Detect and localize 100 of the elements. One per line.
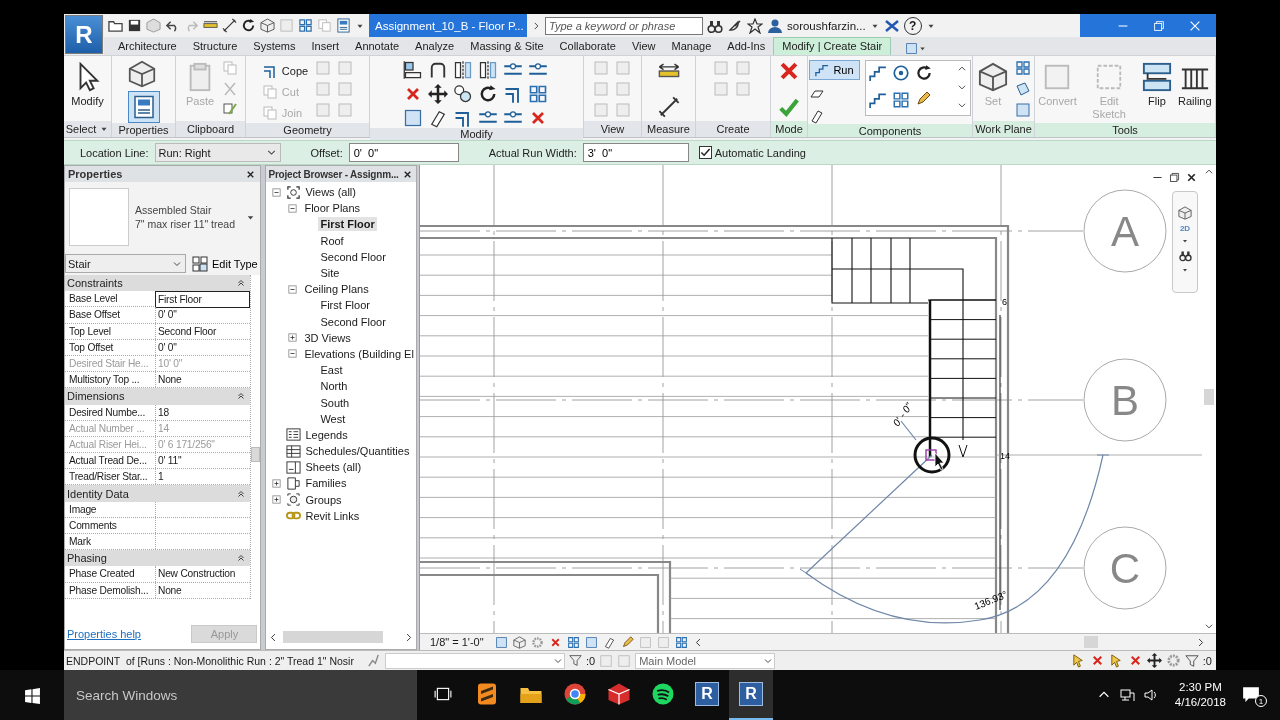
property-value[interactable]: None bbox=[155, 582, 251, 598]
panel-title: Geometry bbox=[283, 124, 332, 136]
property-name: Actual Tread De... bbox=[68, 454, 148, 469]
revit-app-icon[interactable]: R bbox=[695, 682, 719, 706]
tree-item[interactable]: Elevations (Building El bbox=[302, 346, 416, 361]
clock-time[interactable]: 2:30 PM bbox=[1174, 680, 1226, 695]
tool-button[interactable]: Run bbox=[809, 60, 860, 80]
property-name: Tread/Riser Star... bbox=[68, 470, 149, 485]
navigation-bar[interactable]: 2D bbox=[1172, 191, 1198, 293]
tree-item[interactable]: First Floor bbox=[318, 217, 377, 232]
group-title: Dimensions bbox=[67, 390, 125, 403]
tree-item[interactable]: Groups bbox=[303, 492, 344, 507]
tool-button[interactable]: Cope bbox=[259, 60, 311, 81]
group-header[interactable]: Identity Data bbox=[65, 485, 251, 502]
property-name: Actual Riser Hei... bbox=[68, 437, 148, 452]
tree-item[interactable]: Families bbox=[303, 476, 349, 491]
ribbon-tab[interactable]: View bbox=[623, 37, 664, 55]
search-field[interactable]: Type a keyword or phrase bbox=[545, 16, 703, 35]
riser-number: 14 bbox=[1000, 451, 1010, 461]
type-name: Assembled Stair bbox=[135, 203, 213, 217]
tree-item[interactable]: West bbox=[318, 411, 348, 426]
property-name: Base Level bbox=[68, 292, 119, 307]
ribbon-tab[interactable]: Analyze bbox=[407, 37, 463, 55]
property-value[interactable]: 18 bbox=[155, 404, 251, 420]
editable-count: :0 bbox=[586, 654, 596, 667]
grid-bubble[interactable]: A bbox=[1083, 189, 1167, 273]
filter-count: :0 bbox=[1202, 654, 1212, 667]
location-line-dropdown[interactable]: Run: Right bbox=[154, 143, 281, 162]
panel-title: Tools bbox=[1112, 124, 1138, 136]
ribbon-tab[interactable]: Annotate bbox=[347, 37, 408, 55]
tree-item[interactable]: Ceiling Plans bbox=[302, 282, 371, 297]
run-width-field[interactable]: 3' 0" bbox=[582, 143, 689, 162]
panel-title: Mode bbox=[775, 123, 803, 135]
tree-item[interactable]: South bbox=[318, 395, 352, 410]
tree-item[interactable]: First Floor bbox=[318, 298, 372, 313]
property-value[interactable]: None bbox=[155, 372, 251, 388]
user-name[interactable]: soroushfarzin... bbox=[787, 19, 866, 32]
group-title: Constraints bbox=[67, 277, 123, 290]
offset-field[interactable]: 0' 0" bbox=[348, 143, 459, 162]
ribbon-tab[interactable]: Systems bbox=[245, 37, 304, 55]
tree-item[interactable]: 3D Views bbox=[302, 330, 353, 345]
group-header[interactable]: Dimensions bbox=[65, 388, 251, 405]
status-message: ENDPOINT of [Runs : Non-Monolithic Run : 2" Tread 1" Nosir bbox=[66, 654, 355, 667]
grid-bubble[interactable]: B bbox=[1083, 358, 1167, 442]
category-dropdown[interactable]: Stair bbox=[65, 254, 186, 273]
property-value[interactable]: 0' 0" bbox=[155, 307, 251, 323]
tree-item[interactable]: Second Floor bbox=[318, 314, 388, 329]
panel-title: View bbox=[600, 123, 625, 135]
panel-title: Modify bbox=[460, 128, 493, 140]
property-value[interactable]: 0' 0" bbox=[155, 339, 251, 355]
group-header[interactable]: Constraints bbox=[65, 275, 251, 292]
grid-bubble[interactable]: C bbox=[1083, 526, 1167, 610]
property-name: Image bbox=[68, 502, 98, 517]
ribbon-tab[interactable]: Add-Ins bbox=[719, 37, 774, 55]
panel-title: Work Plane bbox=[975, 123, 1032, 135]
tree-item[interactable]: North bbox=[318, 379, 350, 394]
panel-title: Project Browser - Assignm... bbox=[268, 168, 399, 180]
property-value[interactable]: First Floor bbox=[155, 291, 251, 309]
type-selector[interactable]: Assembled Stair 7" max riser 11" tread bbox=[65, 182, 261, 252]
ribbon-tab[interactable]: Massing & Site bbox=[462, 37, 552, 55]
edit-type-button[interactable]: Edit Type bbox=[190, 254, 260, 273]
tree-item[interactable]: Schedules/Quantities bbox=[303, 444, 412, 459]
revit-app-icon[interactable]: R bbox=[739, 682, 763, 706]
notification-button[interactable]: 1 bbox=[1242, 685, 1264, 705]
app-menu-button[interactable]: R bbox=[65, 15, 103, 54]
ribbon-tab[interactable]: Modify | Create Stair bbox=[773, 37, 892, 55]
ribbon-tab[interactable]: Manage bbox=[663, 37, 720, 55]
property-value[interactable]: New Construction bbox=[155, 566, 251, 582]
tool-button[interactable]: Railing bbox=[1177, 60, 1212, 110]
ribbon-tab[interactable]: Insert bbox=[303, 37, 348, 55]
property-name: Actual Number ... bbox=[68, 421, 146, 436]
tree-item[interactable]: Roof bbox=[318, 233, 346, 248]
property-value[interactable]: 0' 11" bbox=[155, 453, 251, 469]
taskbar-search-field[interactable]: Search Windows bbox=[64, 670, 417, 720]
view-scale[interactable]: 1/8" = 1'-0" bbox=[430, 636, 484, 648]
clock-date[interactable]: 4/16/2018 bbox=[1174, 695, 1226, 710]
checkbox-label[interactable]: Automatic Landing bbox=[714, 146, 806, 159]
tool-button[interactable]: Modify bbox=[69, 60, 106, 110]
tree-item[interactable]: East bbox=[318, 363, 345, 378]
property-name: Top Offset bbox=[68, 340, 115, 355]
group-header[interactable]: Phasing bbox=[65, 550, 251, 567]
tree-item[interactable]: Site bbox=[318, 266, 342, 281]
properties-help-link[interactable]: Properties help bbox=[67, 628, 141, 640]
property-value[interactable]: Second Floor bbox=[155, 323, 251, 339]
model-dropdown[interactable]: Main Model bbox=[635, 652, 776, 669]
property-value[interactable]: 1 bbox=[155, 469, 251, 485]
group-title: Identity Data bbox=[67, 487, 129, 500]
tree-item[interactable]: Legends bbox=[303, 427, 350, 442]
document-tab[interactable]: Assignment_10_B - Floor P... bbox=[369, 14, 527, 37]
field-label: Offset: bbox=[310, 146, 343, 159]
tool-button[interactable]: Flip bbox=[1141, 60, 1173, 110]
ribbon-tab[interactable]: Structure bbox=[184, 37, 246, 55]
tree-item[interactable]: Sheets (all) bbox=[303, 460, 364, 475]
tree-item[interactable]: Revit Links bbox=[303, 508, 362, 523]
tree-item[interactable]: Second Floor bbox=[318, 249, 388, 264]
property-name: Desired Stair He... bbox=[68, 356, 150, 371]
ribbon-tab[interactable]: Collaborate bbox=[551, 37, 624, 55]
tree-item[interactable]: Views (all) bbox=[303, 185, 358, 200]
tree-item[interactable]: Floor Plans bbox=[302, 201, 363, 216]
ribbon-tab[interactable]: Architecture bbox=[110, 37, 185, 55]
